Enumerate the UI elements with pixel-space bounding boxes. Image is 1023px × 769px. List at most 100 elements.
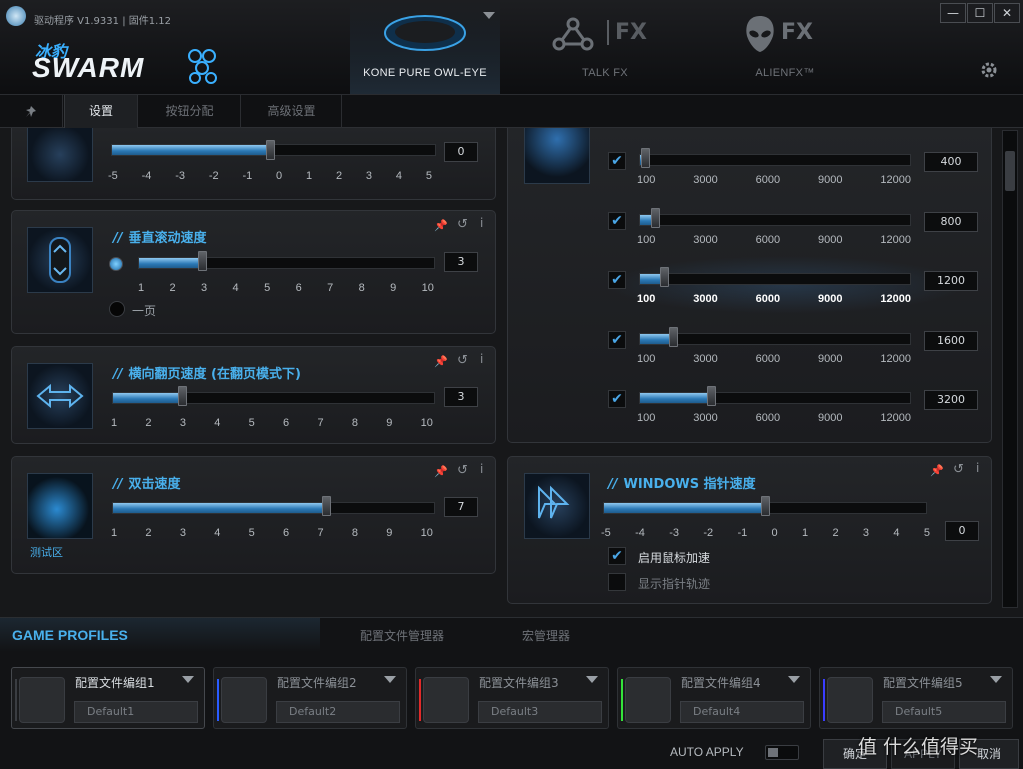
horizontal-tilt-slider[interactable] bbox=[112, 392, 435, 404]
chevron-down-icon[interactable] bbox=[990, 676, 1002, 683]
pin-icon[interactable]: 📌 bbox=[434, 355, 448, 368]
dpi-slider[interactable] bbox=[639, 154, 911, 166]
tab-button-assign[interactable]: 按钮分配 bbox=[139, 95, 241, 128]
windows-pointer-thumb[interactable] bbox=[761, 496, 770, 516]
profile-slot[interactable]: 配置文件编组3 Default3 bbox=[415, 667, 609, 729]
swarm-logo: 冰豹 SWARM bbox=[30, 38, 225, 88]
horizontal-tilt-thumb[interactable] bbox=[178, 386, 187, 406]
vertical-scroll-value[interactable]: 3 bbox=[444, 252, 478, 272]
dpi-checkbox[interactable]: ✔ bbox=[608, 331, 626, 349]
double-click-title: //双击速度 bbox=[113, 477, 181, 492]
horizontal-arrows-icon bbox=[27, 363, 93, 429]
dpi-slider[interactable] bbox=[639, 392, 911, 404]
info-icon[interactable]: i bbox=[976, 461, 979, 475]
reset-icon[interactable]: ↺ bbox=[953, 462, 964, 477]
pointer-trail-checkbox[interactable] bbox=[608, 573, 626, 591]
double-click-value[interactable]: 7 bbox=[444, 497, 478, 517]
dpi-value[interactable]: 3200 bbox=[924, 390, 978, 410]
profile-default-select[interactable]: Default4 bbox=[680, 701, 804, 723]
tab-advanced[interactable]: 高级设置 bbox=[242, 95, 342, 128]
device-tab-alienfx[interactable]: FX ALIENFX™ bbox=[725, 0, 845, 94]
device-dropdown-icon[interactable] bbox=[483, 12, 495, 19]
vertical-scroll-slider[interactable] bbox=[138, 257, 435, 269]
dpi-slider[interactable] bbox=[639, 333, 911, 345]
settings-tabbar: 设置 按钮分配 高级设置 bbox=[0, 95, 1023, 128]
roccat-logo-icon bbox=[625, 677, 671, 723]
profile-default-select[interactable]: Default3 bbox=[478, 701, 602, 723]
dpi-thumb[interactable] bbox=[669, 327, 678, 347]
double-click-slider[interactable] bbox=[112, 502, 435, 514]
dpi-panel: ✔ 400 100 3000 6000 9000 12000 ✔ 800 100 3000… bbox=[507, 128, 992, 443]
sensitivity-thumb[interactable] bbox=[266, 140, 275, 160]
pin-icon[interactable]: 📌 bbox=[930, 464, 944, 477]
scroll-lines-radio[interactable] bbox=[109, 257, 123, 271]
profile-slot[interactable]: 配置文件编组2 Default2 bbox=[213, 667, 407, 729]
dpi-value[interactable]: 800 bbox=[924, 212, 978, 232]
profile-default-select[interactable]: Default2 bbox=[276, 701, 400, 723]
dpi-thumb[interactable] bbox=[660, 267, 669, 287]
profile-name: 配置文件编组4 bbox=[681, 676, 761, 690]
tab-game-profiles[interactable]: GAME PROFILES bbox=[0, 618, 320, 652]
profiles-bar: GAME PROFILES 配置文件管理器 宏管理器 配置文件编组1 Defau… bbox=[0, 617, 1023, 769]
dpi-slider[interactable] bbox=[639, 273, 911, 285]
vertical-scroll-thumb[interactable] bbox=[198, 251, 207, 271]
dpi-row: ✔ 400 100 3000 6000 9000 12000 bbox=[508, 148, 993, 190]
dpi-checkbox[interactable]: ✔ bbox=[608, 212, 626, 230]
dpi-thumb[interactable] bbox=[651, 208, 660, 228]
gear-icon[interactable] bbox=[980, 61, 998, 79]
maximize-button[interactable]: ☐ bbox=[967, 3, 993, 23]
tab-macro-manager[interactable]: 宏管理器 bbox=[522, 627, 570, 644]
profile-default-select[interactable]: Default1 bbox=[74, 701, 198, 723]
auto-apply-toggle[interactable] bbox=[765, 745, 799, 760]
info-icon[interactable]: i bbox=[480, 462, 483, 476]
scroll-page-radio[interactable] bbox=[109, 301, 125, 317]
info-icon[interactable]: i bbox=[480, 216, 483, 230]
windows-pointer-value[interactable]: 0 bbox=[945, 521, 979, 541]
reset-icon[interactable]: ↺ bbox=[457, 217, 468, 232]
scrollbar[interactable] bbox=[1002, 130, 1018, 608]
tab-profile-manager[interactable]: 配置文件管理器 bbox=[360, 627, 444, 644]
profile-slot[interactable]: 配置文件编组5 Default5 bbox=[819, 667, 1013, 729]
tab-settings[interactable]: 设置 bbox=[64, 95, 138, 128]
device-tab-talkfx[interactable]: FX TALK FX bbox=[545, 0, 665, 94]
sensitivity-icon bbox=[27, 128, 93, 182]
double-click-thumb[interactable] bbox=[322, 496, 331, 516]
chevron-down-icon[interactable] bbox=[182, 676, 194, 683]
dpi-checkbox[interactable]: ✔ bbox=[608, 152, 626, 170]
reset-icon[interactable]: ↺ bbox=[457, 353, 468, 368]
profile-slot[interactable]: 配置文件编组4 Default4 bbox=[617, 667, 811, 729]
chevron-down-icon[interactable] bbox=[586, 676, 598, 683]
chevron-down-icon[interactable] bbox=[384, 676, 396, 683]
device-tab-kone[interactable]: KONE PURE OWL-EYE bbox=[350, 0, 500, 94]
sensitivity-value[interactable]: 0 bbox=[444, 142, 478, 162]
pointer-arrows-icon bbox=[524, 473, 590, 539]
roccat-logo-icon bbox=[827, 677, 873, 723]
close-button[interactable]: ✕ bbox=[994, 3, 1020, 23]
mouse-icon bbox=[384, 15, 466, 51]
dpi-row: ✔ 3200 100 3000 6000 9000 12000 bbox=[508, 386, 993, 428]
dpi-checkbox[interactable]: ✔ bbox=[608, 390, 626, 408]
dpi-value[interactable]: 1200 bbox=[924, 271, 978, 291]
dpi-ticks: 100 3000 6000 9000 12000 bbox=[637, 353, 911, 365]
pin-tab[interactable] bbox=[0, 95, 63, 128]
test-area-icon[interactable] bbox=[27, 473, 93, 539]
dpi-checkbox[interactable]: ✔ bbox=[608, 271, 626, 289]
horizontal-tilt-value[interactable]: 3 bbox=[444, 387, 478, 407]
mouse-accel-checkbox[interactable]: ✔ bbox=[608, 547, 626, 565]
dpi-value[interactable]: 400 bbox=[924, 152, 978, 172]
dpi-value[interactable]: 1600 bbox=[924, 331, 978, 351]
chevron-down-icon[interactable] bbox=[788, 676, 800, 683]
logo-en: SWARM bbox=[32, 52, 145, 83]
scrollbar-thumb[interactable] bbox=[1005, 151, 1015, 191]
info-icon[interactable]: i bbox=[480, 352, 483, 366]
minimize-button[interactable]: — bbox=[940, 3, 966, 23]
dpi-slider[interactable] bbox=[639, 214, 911, 226]
profile-slot[interactable]: 配置文件编组1 Default1 bbox=[11, 667, 205, 729]
reset-icon[interactable]: ↺ bbox=[457, 463, 468, 478]
app-icon bbox=[6, 6, 26, 26]
profile-default-select[interactable]: Default5 bbox=[882, 701, 1006, 723]
dpi-thumb[interactable] bbox=[707, 386, 716, 406]
pin-icon[interactable]: 📌 bbox=[434, 219, 448, 232]
pin-icon[interactable]: 📌 bbox=[434, 465, 448, 478]
dpi-thumb[interactable] bbox=[641, 148, 650, 168]
